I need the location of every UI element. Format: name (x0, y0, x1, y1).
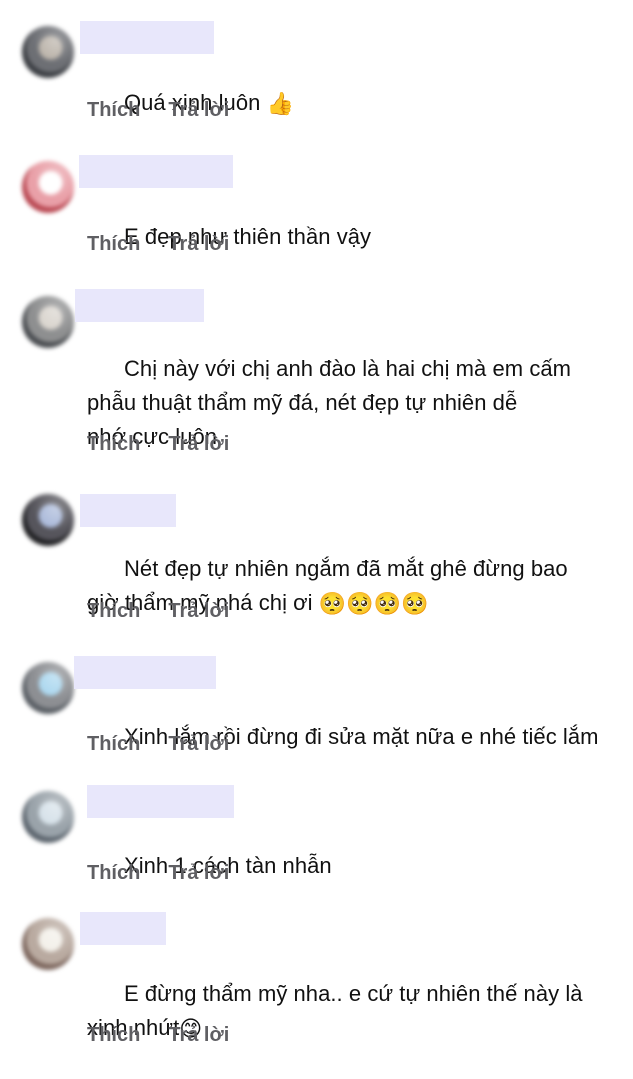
reply-button[interactable]: Trả lời (168, 98, 229, 122)
comment-actions: Thích Trả lời (87, 732, 229, 756)
reply-button[interactable]: Trả lời (168, 861, 229, 885)
pleading-face-emoji-icon: 🥺🥺🥺🥺 (318, 592, 429, 617)
commenter-name-redacted[interactable] (87, 785, 234, 818)
reply-button[interactable]: Trả lời (168, 732, 229, 756)
avatar[interactable] (22, 791, 74, 843)
reply-button[interactable]: Trả lời (168, 1023, 229, 1047)
like-button[interactable]: Thích (87, 732, 140, 756)
comment-actions: Thích Trả lời (87, 599, 229, 623)
like-button[interactable]: Thích (87, 232, 140, 256)
avatar[interactable] (22, 296, 74, 348)
avatar[interactable] (22, 494, 74, 546)
thumbs-up-emoji-icon: 👍 (266, 92, 295, 117)
like-button[interactable]: Thích (87, 861, 140, 885)
comment-actions: Thích Trả lời (87, 1023, 229, 1047)
reply-button[interactable]: Trả lời (168, 599, 229, 623)
commenter-name-redacted[interactable] (80, 21, 214, 54)
comment-list: Quá xinh luôn 👍 Thích Trả lời E đẹp như … (0, 0, 633, 1068)
avatar[interactable] (22, 161, 74, 213)
commenter-name-redacted[interactable] (79, 155, 233, 188)
commenter-name-redacted[interactable] (80, 912, 166, 945)
comment-actions: Thích Trả lời (87, 98, 229, 122)
like-button[interactable]: Thích (87, 98, 140, 122)
avatar[interactable] (22, 662, 74, 714)
like-button[interactable]: Thích (87, 599, 140, 623)
comment-actions: Thích Trả lời (87, 861, 229, 885)
comment-text: Nét đẹp tự nhiên ngắm đã mắt ghê đừng ba… (87, 518, 625, 654)
reply-button[interactable]: Trả lời (168, 232, 229, 256)
avatar[interactable] (22, 26, 74, 78)
comment-actions: Thích Trả lời (87, 432, 229, 456)
avatar[interactable] (22, 918, 74, 970)
commenter-name-redacted[interactable] (74, 656, 216, 689)
reply-button[interactable]: Trả lời (168, 432, 229, 456)
like-button[interactable]: Thích (87, 1023, 140, 1047)
comment-text: Chị này với chị anh đào là hai chị mà em… (87, 318, 625, 488)
comment-text: E đừng thẩm mỹ nha.. e cứ tự nhiên thế n… (87, 943, 625, 1079)
like-button[interactable]: Thích (87, 432, 140, 456)
comment-actions: Thích Trả lời (87, 232, 229, 256)
